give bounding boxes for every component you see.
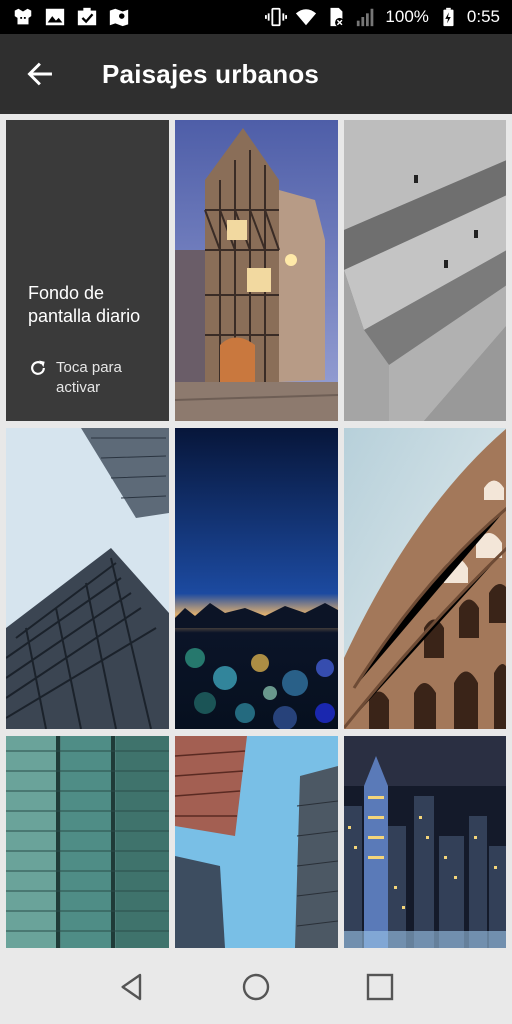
wallpaper-thumbnail-towers-sky[interactable]	[175, 736, 338, 948]
wallpaper-thumbnail-glass-facade[interactable]	[6, 736, 169, 948]
game-controller-icon	[14, 8, 32, 25]
vibrate-icon	[265, 7, 288, 27]
task-done-icon	[77, 7, 97, 26]
night-bokeh-image	[175, 428, 338, 729]
nav-home-button[interactable]	[236, 967, 276, 1007]
map-icon	[109, 8, 129, 27]
glass-facade-image	[6, 736, 169, 948]
battery-percentage: 100%	[385, 7, 429, 26]
image-icon	[45, 8, 65, 26]
square-recents-icon	[366, 973, 394, 1001]
clock: 0:55	[466, 7, 500, 26]
signal-icon	[357, 8, 374, 27]
wallpaper-thumbnail-house[interactable]	[175, 120, 338, 421]
wallpaper-thumbnail-colosseum[interactable]	[344, 428, 506, 729]
navigation-bar	[0, 950, 512, 1024]
battery-charging-icon	[443, 7, 454, 27]
wallpaper-thumbnail-concrete[interactable]	[344, 120, 506, 421]
daily-wallpaper-action[interactable]: Toca para activar	[28, 358, 146, 398]
arrow-back-icon	[27, 62, 52, 86]
circle-home-icon	[242, 973, 270, 1001]
wallpaper-grid: Fondo de pantalla diario Toca para activ…	[6, 120, 506, 950]
towers-sky-image	[175, 736, 338, 948]
wallpaper-thumbnail-night-skyline[interactable]	[344, 736, 506, 948]
tap-to-activate-label: Toca para activar	[56, 359, 122, 396]
app-bar: Paisajes urbanos	[0, 34, 512, 114]
notification-icons	[12, 6, 130, 28]
page-title: Paisajes urbanos	[102, 58, 320, 89]
skyscraper-image	[6, 428, 169, 729]
back-button[interactable]	[8, 42, 72, 106]
house-image	[175, 120, 338, 421]
daily-wallpaper-tile[interactable]: Fondo de pantalla diario Toca para activ…	[6, 120, 169, 421]
wallpaper-thumbnail-night-bokeh[interactable]	[175, 428, 338, 729]
nav-recents-button[interactable]	[360, 967, 400, 1007]
night-skyline-image	[344, 736, 506, 948]
wifi-icon	[296, 9, 317, 26]
system-indicators: 100% 0:55	[265, 6, 500, 28]
refresh-icon	[31, 360, 45, 375]
nav-back-button[interactable]	[112, 967, 152, 1007]
no-sim-icon	[330, 7, 345, 28]
daily-wallpaper-title: Fondo de pantalla diario	[28, 283, 141, 326]
concrete-image	[344, 120, 506, 421]
status-bar: 100% 0:55	[0, 0, 512, 34]
colosseum-image	[344, 428, 506, 729]
wallpaper-thumbnail-skyscraper[interactable]	[6, 428, 169, 729]
triangle-back-icon	[121, 973, 142, 1001]
